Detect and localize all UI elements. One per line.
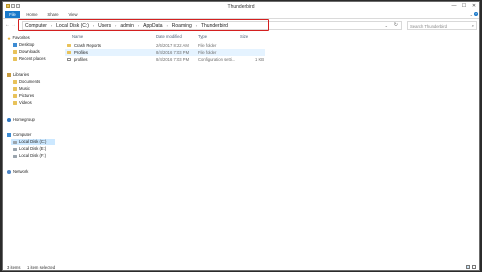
downloads-icon xyxy=(13,50,17,54)
large-icons-view-icon[interactable] xyxy=(472,265,476,269)
file-type: Configuration setti... xyxy=(198,57,236,62)
nav-computer[interactable]: Computer xyxy=(7,132,31,138)
item-count: 3 items xyxy=(7,265,21,270)
network-icon xyxy=(7,170,11,174)
nav-downloads-label: Downloads xyxy=(19,49,40,54)
nav-music-label: Music xyxy=(19,86,30,91)
nav-favorites-label: Favorites xyxy=(12,35,30,40)
expand-ribbon-icon[interactable]: ⌄ xyxy=(470,12,473,17)
tab-view[interactable]: View xyxy=(66,11,80,18)
navigation-bar: ← → Computer › Local Disk (C:) › Users ›… xyxy=(3,19,479,32)
nav-recent-places[interactable]: Recent places xyxy=(13,56,46,62)
file-size: 1 KB xyxy=(255,57,265,62)
nav-local-disk-f[interactable]: Local Disk (F:) xyxy=(13,153,46,159)
file-row[interactable]: profiles 8/4/2016 7:03 PM Configuration … xyxy=(65,56,265,63)
file-row[interactable]: Profiles 8/4/2016 7:03 PM File folder xyxy=(65,49,265,56)
column-header-type[interactable]: Type xyxy=(198,34,207,40)
column-header-name[interactable]: Name xyxy=(72,34,83,40)
ribbon: File Home Share View ⌄ ? xyxy=(3,11,479,19)
file-name: profiles xyxy=(74,57,88,62)
file-type: File folder xyxy=(198,43,217,48)
nav-libraries[interactable]: Libraries xyxy=(7,72,29,78)
music-icon xyxy=(13,87,17,91)
search-box[interactable]: Search Thunderbird ⌕ xyxy=(407,21,477,30)
maximize-button[interactable]: ☐ xyxy=(459,2,469,11)
file-date: 8/4/2016 7:03 PM xyxy=(156,50,190,55)
explorer-window: Thunderbird — ☐ ✕ File Home Share View ⌄… xyxy=(2,1,480,271)
folder-icon xyxy=(67,50,71,55)
documents-icon xyxy=(13,80,17,84)
drive-icon xyxy=(13,155,17,158)
videos-icon xyxy=(13,101,17,105)
nav-local-disk-e-label: Local Disk (E:) xyxy=(19,146,47,151)
nav-homegroup-label: Homegroup xyxy=(13,117,35,122)
search-icon[interactable]: ⌕ xyxy=(472,23,474,28)
nav-local-disk-c-label: Local Disk (C:) xyxy=(19,139,47,144)
nav-local-disk-e[interactable]: Local Disk (E:) xyxy=(13,146,46,152)
star-icon: ★ xyxy=(7,35,12,41)
details-view-icon[interactable] xyxy=(466,265,470,269)
status-bar: 3 items 1 item selected xyxy=(3,264,479,271)
file-type: File folder xyxy=(198,50,217,55)
folder-icon xyxy=(67,43,71,48)
title-bar: Thunderbird — ☐ ✕ xyxy=(3,2,479,11)
libraries-icon xyxy=(7,73,11,77)
nav-videos-label: Videos xyxy=(19,100,32,105)
nav-local-disk-c[interactable]: Local Disk (C:) xyxy=(11,139,55,145)
nav-music[interactable]: Music xyxy=(13,86,30,92)
nav-computer-label: Computer xyxy=(13,132,32,137)
refresh-icon[interactable]: ↻ xyxy=(394,22,398,28)
nav-local-disk-f-label: Local Disk (F:) xyxy=(19,153,46,158)
nav-documents[interactable]: Documents xyxy=(13,79,40,85)
back-button[interactable]: ← xyxy=(5,22,10,28)
tab-home[interactable]: Home xyxy=(25,11,39,18)
recent-places-icon xyxy=(13,57,17,61)
nav-favorites[interactable]: ★ Favorites xyxy=(7,35,30,41)
nav-pictures[interactable]: Pictures xyxy=(13,93,34,99)
minimize-button[interactable]: — xyxy=(449,2,459,11)
help-icon[interactable]: ? xyxy=(474,12,478,16)
nav-recent-places-label: Recent places xyxy=(19,56,46,61)
file-name: Crash Reports xyxy=(74,43,101,48)
nav-videos[interactable]: Videos xyxy=(13,100,32,106)
config-file-icon xyxy=(67,57,71,62)
file-list: Name Date modified Type Size Crash Repor… xyxy=(65,34,479,262)
selection-count: 1 item selected xyxy=(27,265,56,270)
pictures-icon xyxy=(13,94,17,98)
homegroup-icon xyxy=(7,118,11,122)
window-controls: — ☐ ✕ xyxy=(449,2,479,11)
drive-icon xyxy=(13,148,17,151)
nav-network[interactable]: Network xyxy=(7,169,28,175)
view-toggle xyxy=(466,265,476,269)
tab-share[interactable]: Share xyxy=(45,11,61,18)
tab-file[interactable]: File xyxy=(5,11,20,18)
file-date: 2/6/2017 8:22 AM xyxy=(156,43,189,48)
nav-network-label: Network xyxy=(13,169,29,174)
file-name: Profiles xyxy=(74,50,88,55)
nav-desktop-label: Desktop xyxy=(19,42,35,47)
file-date: 8/4/2016 7:03 PM xyxy=(156,57,190,62)
window-title: Thunderbird xyxy=(227,4,255,10)
search-input[interactable]: Search Thunderbird xyxy=(410,24,447,29)
navigation-pane: ★ Favorites Desktop Downloads Recent plac… xyxy=(3,34,63,262)
file-row[interactable]: Crash Reports 2/6/2017 8:22 AM File fold… xyxy=(65,42,265,49)
column-header-size[interactable]: Size xyxy=(240,34,248,40)
close-button[interactable]: ✕ xyxy=(469,2,479,11)
forward-button[interactable]: → xyxy=(11,22,16,28)
nav-pictures-label: Pictures xyxy=(19,93,35,98)
nav-downloads[interactable]: Downloads xyxy=(13,49,40,55)
address-dropdown-icon[interactable]: ⌄ xyxy=(385,23,388,28)
column-header-date[interactable]: Date modified xyxy=(156,34,182,40)
nav-documents-label: Documents xyxy=(19,79,41,84)
drive-icon xyxy=(13,141,17,144)
address-highlight-box xyxy=(18,19,269,31)
nav-homegroup[interactable]: Homegroup xyxy=(7,117,35,123)
nav-desktop[interactable]: Desktop xyxy=(13,42,34,48)
nav-libraries-label: Libraries xyxy=(13,72,30,77)
desktop-icon xyxy=(13,43,17,47)
computer-icon xyxy=(7,133,11,137)
